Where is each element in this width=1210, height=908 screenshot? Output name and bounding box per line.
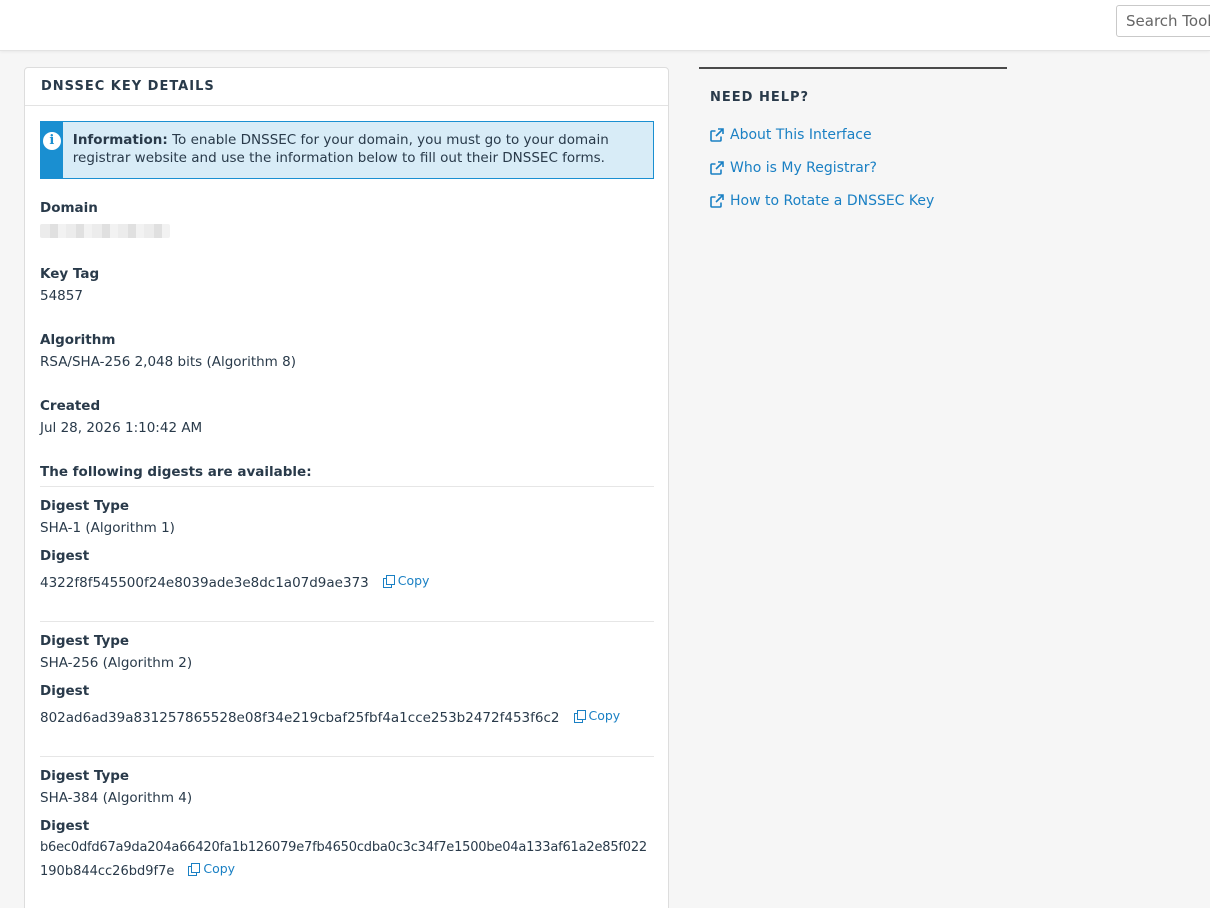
copy-label: Copy xyxy=(588,708,621,723)
digest-label: Digest xyxy=(40,548,90,564)
digest-type-value: SHA-384 (Algorithm 4) xyxy=(40,790,193,806)
key-tag-value: 54857 xyxy=(40,288,83,304)
copy-digest-button[interactable]: Copy xyxy=(573,708,621,723)
help-link-label: How to Rotate a DNSSEC Key xyxy=(730,193,935,209)
search-placeholder: Search Tools xyxy=(1126,12,1210,30)
algorithm-label: Algorithm xyxy=(40,332,116,348)
key-tag-field: Key Tag 54857 xyxy=(40,266,99,304)
top-bar: Search Tools xyxy=(0,0,1210,51)
divider xyxy=(40,486,654,487)
help-links: About This Interface Who is My Registrar… xyxy=(699,125,1007,211)
divider xyxy=(40,756,654,757)
info-icon: i xyxy=(42,132,61,150)
digest-label: Digest xyxy=(40,683,90,699)
digest-value: 4322f8f545500f24e8039ade3e8dc1a07d9ae373 xyxy=(40,574,369,591)
digest-value: 802ad6ad39a831257865528e08f34e219cbaf25f… xyxy=(40,709,560,726)
digest-row: 190b844cc26bd9f7e Copy xyxy=(40,861,647,879)
dnssec-key-details-panel: DNSSEC KEY DETAILS i Information: To ena… xyxy=(24,67,669,908)
domain-field: Domain xyxy=(40,200,170,238)
panel-title: DNSSEC KEY DETAILS xyxy=(25,68,668,106)
digest-type-label: Digest Type xyxy=(40,498,130,514)
digest-type-label: Digest Type xyxy=(40,768,130,784)
digest-type-value: SHA-256 (Algorithm 2) xyxy=(40,655,193,671)
help-link-rotate-key[interactable]: How to Rotate a DNSSEC Key xyxy=(710,191,1007,211)
help-link-label: Who is My Registrar? xyxy=(730,160,877,176)
external-link-icon xyxy=(710,194,724,208)
digest-value-line-2: 190b844cc26bd9f7e xyxy=(40,863,175,879)
digest-type-label: Digest Type xyxy=(40,633,130,649)
digest-type-value: SHA-1 (Algorithm 1) xyxy=(40,520,175,536)
search-tools-input[interactable]: Search Tools xyxy=(1116,5,1210,37)
copy-icon xyxy=(382,574,395,588)
digest-row: 802ad6ad39a831257865528e08f34e219cbaf25f… xyxy=(40,708,620,726)
help-divider xyxy=(699,67,1007,69)
created-field: Created Jul 28, 2026 1:10:42 AM xyxy=(40,398,202,436)
key-tag-label: Key Tag xyxy=(40,266,100,282)
help-link-label: About This Interface xyxy=(730,127,872,143)
info-icon-column: i xyxy=(41,122,63,178)
copy-digest-button[interactable]: Copy xyxy=(382,573,430,588)
copy-icon xyxy=(188,862,201,876)
external-link-icon xyxy=(710,161,724,175)
copy-icon xyxy=(573,709,586,723)
domain-value-redacted xyxy=(40,224,170,238)
digest-label: Digest xyxy=(40,818,90,834)
algorithm-field: Algorithm RSA/SHA-256 2,048 bits (Algori… xyxy=(40,332,296,370)
created-label: Created xyxy=(40,398,101,414)
help-link-who-is-registrar[interactable]: Who is My Registrar? xyxy=(710,158,1007,178)
external-link-icon xyxy=(710,128,724,142)
divider xyxy=(40,621,654,622)
digest-item: Digest Type SHA-256 (Algorithm 2) Digest… xyxy=(40,633,620,726)
digest-item: Digest Type SHA-384 (Algorithm 4) Digest… xyxy=(40,768,647,879)
information-prefix: Information: xyxy=(72,132,168,148)
digest-row: 4322f8f545500f24e8039ade3e8dc1a07d9ae373… xyxy=(40,573,429,591)
help-title: NEED HELP? xyxy=(710,90,810,105)
domain-label: Domain xyxy=(40,200,98,216)
copy-label: Copy xyxy=(203,861,236,876)
digests-heading: The following digests are available: xyxy=(40,464,312,480)
need-help-panel: NEED HELP? About This Interface Who is M… xyxy=(699,67,1007,211)
copy-label: Copy xyxy=(397,573,430,588)
created-value: Jul 28, 2026 1:10:42 AM xyxy=(40,420,203,436)
information-text: Information: To enable DNSSEC for your d… xyxy=(63,122,653,178)
digest-value-line-1: b6ec0dfd67a9da204a66420fa1b126079e7fb465… xyxy=(40,840,647,855)
information-callout: i Information: To enable DNSSEC for your… xyxy=(40,121,654,179)
digest-item: Digest Type SHA-1 (Algorithm 1) Digest 4… xyxy=(40,498,429,591)
algorithm-value: RSA/SHA-256 2,048 bits (Algorithm 8) xyxy=(40,354,296,370)
help-link-about-interface[interactable]: About This Interface xyxy=(710,125,1007,145)
copy-digest-button[interactable]: Copy xyxy=(188,861,235,876)
